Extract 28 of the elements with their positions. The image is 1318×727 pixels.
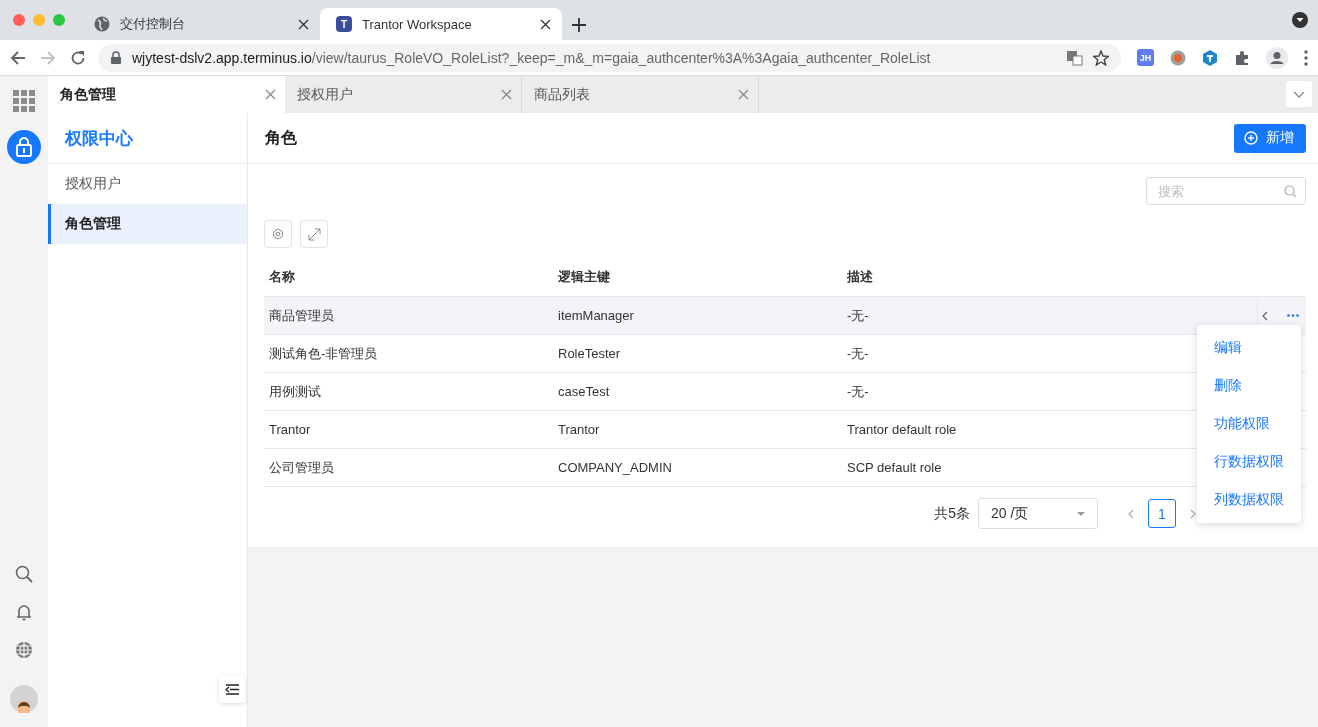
table-cell: -无- xyxy=(842,296,1257,335)
page-size-select[interactable]: 20 /页 xyxy=(978,498,1098,529)
table-cell: RoleTester xyxy=(553,334,842,373)
table-cell: itemManager xyxy=(553,296,842,335)
sidebar-title: 权限中心 xyxy=(48,113,247,164)
table-cell: Trantor xyxy=(553,410,842,449)
table-cell: 公司管理员 xyxy=(264,448,553,487)
table-cell: COMPANY_ADMIN xyxy=(553,448,842,487)
column-header: 描述 xyxy=(842,258,1257,297)
sidebar-item[interactable]: 授权用户 xyxy=(48,164,247,204)
table-cell: Trantor xyxy=(264,410,553,449)
browser-tab[interactable]: T Trantor Workspace xyxy=(320,8,562,40)
table-cell: 商品管理员 xyxy=(264,296,553,335)
column-header: 名称 xyxy=(264,258,553,297)
page-number[interactable]: 1 xyxy=(1148,499,1176,528)
column-header: 逻辑主键 xyxy=(553,258,842,297)
table-cell: caseTest xyxy=(553,372,842,411)
sidebar-item[interactable]: 角色管理 xyxy=(48,204,247,244)
page-title: 角色 xyxy=(265,127,297,148)
table-cell: 测试角色-非管理员 xyxy=(264,334,553,373)
add-button[interactable]: 新增 xyxy=(1234,123,1306,153)
extension-icon[interactable]: JH xyxy=(1137,49,1154,66)
total-count: 共5条 xyxy=(934,504,970,523)
page-tab[interactable]: 角色管理 xyxy=(48,76,285,113)
search-field[interactable]: 搜索 xyxy=(1146,177,1306,205)
site-logo: T xyxy=(336,16,352,32)
table-cell: 用例测试 xyxy=(264,372,553,411)
browser-tab[interactable]: 交付控制台 xyxy=(78,8,320,40)
